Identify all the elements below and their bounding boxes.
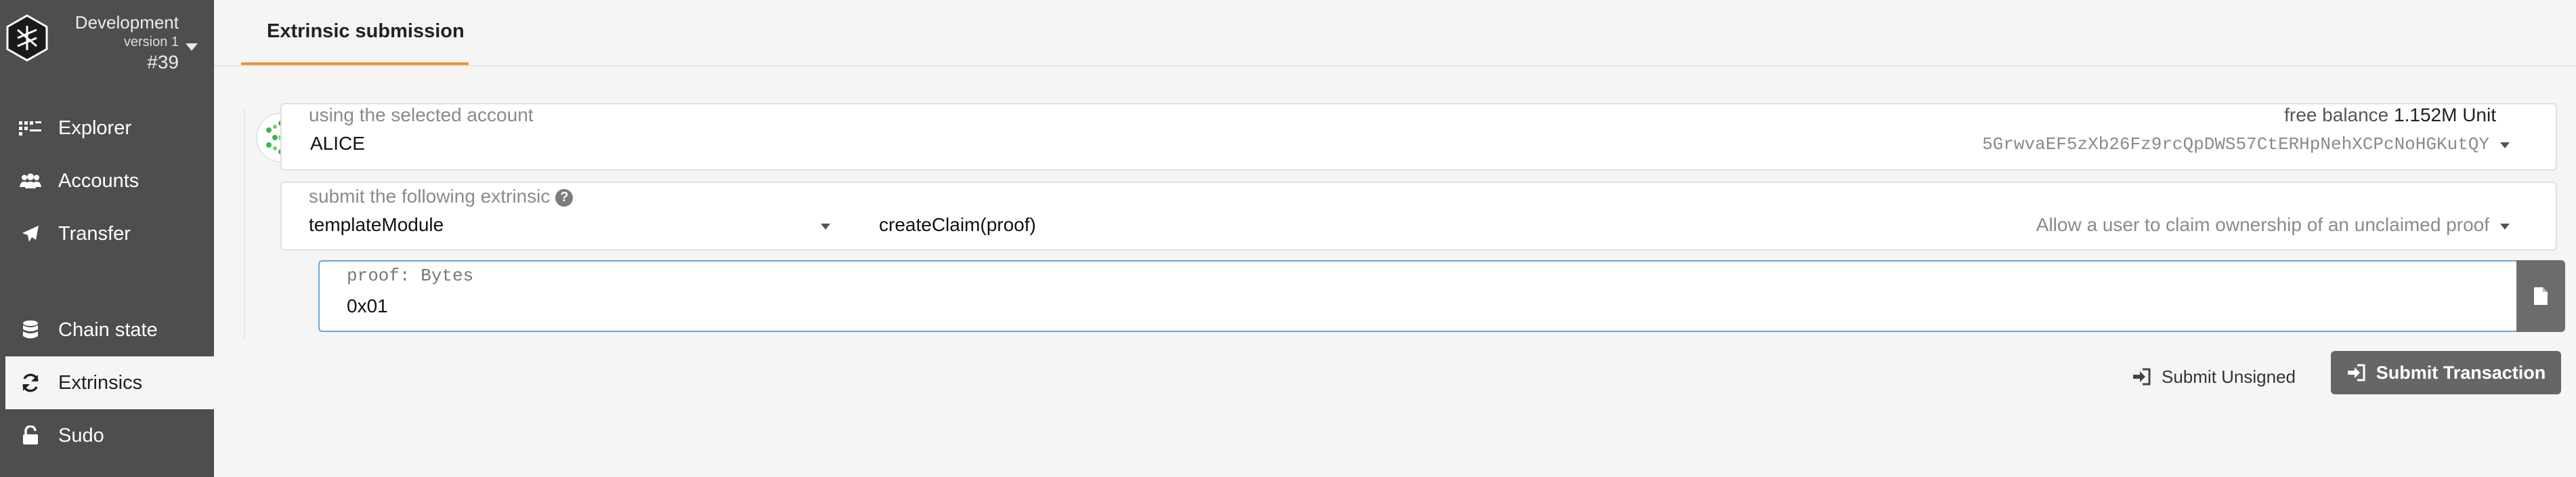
chevron-down-icon[interactable] [186,43,198,51]
proof-bytes-field[interactable]: proof: Bytes 0x01 [318,260,2516,332]
unlock-icon [19,424,42,447]
sync-icon [19,371,42,394]
chain-selector[interactable]: Development version 1 #39 [0,0,214,88]
sidebar-item-label: Sudo [58,424,104,447]
account-name: ALICE [310,133,365,154]
sidebar-item-extrinsics[interactable]: Extrinsics [5,356,214,409]
submit-unsigned-button[interactable]: Submit Unsigned [2132,359,2300,394]
chain-info: Development version 1 #39 [60,14,179,72]
grid-dots-icon [19,117,42,140]
sidebar-item-label: Extrinsics [58,371,143,394]
chain-name: Development [74,12,179,33]
tab-bar: Extrinsic submission [214,0,2576,66]
help-icon[interactable]: ? [555,188,574,207]
sign-in-icon [2346,364,2365,381]
submit-transaction-button[interactable]: Submit Transaction [2331,351,2561,394]
sidebar-item-label: Accounts [58,169,139,192]
method-description: Allow a user to claim ownership of an un… [2036,214,2489,235]
chevron-down-icon[interactable] [821,224,830,230]
users-icon [19,169,42,192]
tab-extrinsic-submission[interactable]: Extrinsic submission [241,0,469,65]
balance-text: free balance 1.152M Unit [2284,104,2496,126]
account-selector[interactable]: using the selected account ALICE free ba… [280,103,2557,171]
chain-version: version 1 [123,35,179,49]
sidebar-item-label: Chain state [58,318,158,341]
param-value[interactable]: 0x01 [347,295,388,317]
paper-plane-icon [19,222,42,245]
block-number: #39 [147,51,179,72]
param-label: proof: Bytes [347,266,474,286]
sidebar-item-explorer[interactable]: Explorer [0,102,214,154]
account-label: using the selected account [309,104,534,125]
account-address: 5GrwvaEF5zXb26Fz9rcQpDWS57CtERHpNehXCPcN… [1982,134,2489,154]
method-dropdown-value[interactable]: createClaim(proof) [879,214,1036,236]
sidebar-item-chain-state[interactable]: Chain state [0,304,214,356]
chain-logo-icon [6,14,48,62]
submit-transaction-label: Submit Transaction [2376,362,2546,383]
chevron-down-icon[interactable] [2500,142,2510,148]
chevron-down-icon[interactable] [2500,224,2510,230]
sidebar-item-accounts[interactable]: Accounts [0,154,214,207]
sidebar-item-label: Transfer [58,222,131,245]
sign-in-icon [2132,368,2151,386]
extrinsic-selector: submit the following extrinsic? template… [280,182,2557,251]
submit-unsigned-label: Submit Unsigned [2162,366,2296,387]
sidebar-item-label: Explorer [58,117,131,139]
extrinsic-label-text: submit the following extrinsic [309,186,551,207]
file-icon [2534,287,2548,305]
file-upload-button[interactable] [2516,260,2565,332]
extrinsic-label: submit the following extrinsic? [309,186,574,207]
database-icon [19,318,42,341]
module-dropdown-value[interactable]: templateModule [309,214,444,236]
sidebar-item-transfer[interactable]: Transfer [0,207,214,260]
sidebar-item-sudo[interactable]: Sudo [0,409,214,462]
balance-label: free balance [2284,104,2389,125]
form-guide-line [244,108,245,339]
balance-value: 1.152M Unit [2394,104,2496,125]
sidebar: Development version 1 #39 Explorer Accou… [0,0,214,477]
